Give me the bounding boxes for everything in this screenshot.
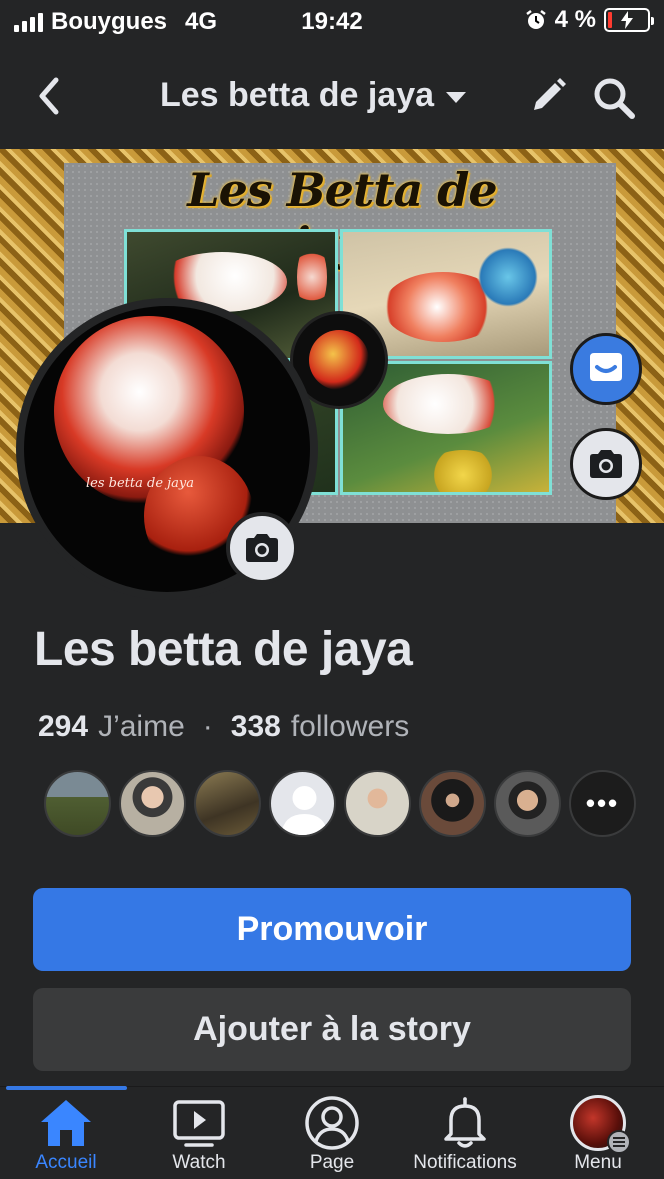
- profile-caption: les betta de jaya: [86, 476, 195, 491]
- pencil-icon: [534, 78, 566, 110]
- camera-icon: [590, 450, 622, 478]
- battery-percent: 4 %: [554, 6, 596, 33]
- tab-accueil[interactable]: Accueil: [0, 1094, 132, 1179]
- tab-label-accueil: Accueil: [35, 1152, 97, 1173]
- default-user-icon: [281, 786, 328, 835]
- messenger-icon: [590, 353, 622, 381]
- followers-count: 338: [230, 710, 281, 743]
- avatar[interactable]: [119, 770, 186, 837]
- tab-label-menu: Menu: [574, 1152, 622, 1173]
- top-nav: Les betta de jaya: [0, 62, 664, 132]
- battery-icon: [604, 8, 654, 32]
- back-button[interactable]: [32, 76, 68, 116]
- avatar[interactable]: [494, 770, 561, 837]
- page-title: Les betta de jaya: [160, 76, 435, 114]
- likes-count: 294: [38, 710, 89, 743]
- home-icon: [41, 1100, 91, 1146]
- search-icon: [594, 78, 635, 119]
- page-profile-icon: [305, 1096, 359, 1150]
- camera-icon: [246, 534, 278, 562]
- edit-button[interactable]: [528, 76, 568, 116]
- chevron-left-icon: [39, 77, 59, 115]
- menu-avatar: [570, 1095, 631, 1154]
- more-avatars-button[interactable]: •••: [569, 770, 636, 837]
- avatar[interactable]: [194, 770, 261, 837]
- messenger-button[interactable]: [570, 333, 642, 405]
- tab-notifications[interactable]: Notifications: [399, 1094, 531, 1179]
- status-right: 4 %: [525, 6, 654, 34]
- edit-cover-button[interactable]: [570, 428, 642, 500]
- watch-icon: [173, 1100, 225, 1147]
- avatar[interactable]: [44, 770, 111, 837]
- page-switcher[interactable]: Les betta de jaya: [160, 76, 467, 115]
- status-bar: Bouygues 4G 19:42 4 %: [0, 0, 664, 44]
- tab-label-notifications: Notifications: [413, 1152, 517, 1173]
- tab-label-page: Page: [309, 1152, 355, 1173]
- avatar[interactable]: [269, 770, 336, 837]
- caret-down-icon: [446, 92, 467, 103]
- page-stats[interactable]: 294 J’aime · 338 followers: [38, 710, 409, 744]
- tab-label-watch: Watch: [172, 1152, 226, 1173]
- avatar[interactable]: [419, 770, 486, 837]
- follower-avatars[interactable]: •••: [44, 770, 636, 837]
- hamburger-icon: [607, 1130, 631, 1154]
- search-button[interactable]: [592, 76, 636, 120]
- promote-button[interactable]: Promouvoir: [33, 888, 631, 971]
- add-to-story-button[interactable]: Ajouter à la story: [33, 988, 631, 1071]
- likes-label: J’aime: [98, 710, 185, 743]
- page-name: Les betta de jaya: [34, 623, 413, 676]
- active-tab-indicator: [6, 1086, 127, 1090]
- tab-menu[interactable]: Menu: [532, 1094, 664, 1179]
- tab-watch[interactable]: Watch: [133, 1094, 265, 1179]
- avatar[interactable]: [344, 770, 411, 837]
- followers-label: followers: [290, 710, 410, 743]
- alarm-icon: [525, 10, 546, 29]
- bell-icon: [444, 1097, 486, 1148]
- tab-page[interactable]: Page: [266, 1094, 398, 1179]
- edit-profile-picture-button[interactable]: [226, 512, 298, 584]
- stats-separator: ·: [202, 710, 213, 743]
